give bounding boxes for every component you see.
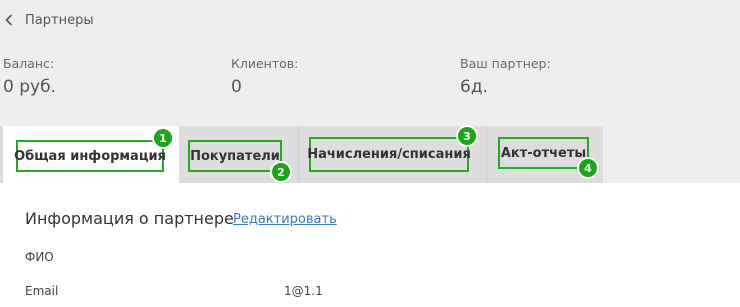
- tab-accruals[interactable]: Начисления/списания: [307, 137, 471, 172]
- clients-label: Клиентов:: [231, 56, 299, 71]
- edit-link[interactable]: Редактировать: [233, 212, 337, 227]
- chevron-left-icon: [2, 12, 16, 28]
- tab-buyers[interactable]: Покупатели: [188, 140, 282, 172]
- balance-stat: Баланс: 0 руб.: [3, 56, 56, 97]
- tab-act-reports-label: Акт-отчеты: [500, 145, 587, 161]
- step-badge-3: 3: [456, 125, 478, 147]
- back-link[interactable]: Партнеры: [2, 11, 94, 29]
- tab-divider: [486, 126, 487, 183]
- tab-general-info-label: Общая информация: [14, 148, 166, 164]
- field-value-email: 1@1.1: [284, 284, 323, 298]
- step-badge-1: 1: [152, 127, 174, 149]
- tab-buyers-label: Покупатели: [190, 148, 280, 164]
- field-label-fio: ФИО: [25, 250, 54, 264]
- balance-label: Баланс:: [3, 56, 55, 71]
- tab-divider: [298, 126, 299, 183]
- back-link-label: Партнеры: [25, 12, 94, 28]
- partner-value: 6д.: [460, 77, 488, 97]
- balance-value: 0 руб.: [3, 77, 56, 97]
- header-panel: [0, 0, 740, 126]
- tab-bar-filler: [603, 126, 740, 183]
- partner-stat: Ваш партнер: 6д.: [460, 56, 551, 97]
- clients-value: 0: [231, 77, 242, 97]
- tab-act-reports[interactable]: Акт-отчеты: [498, 137, 589, 169]
- section-title: Информация о партнере: [25, 209, 234, 228]
- tab-general-info[interactable]: Общая информация: [14, 140, 166, 172]
- step-badge-4: 4: [577, 157, 599, 179]
- tab-accruals-label: Начисления/списания: [307, 147, 471, 162]
- clients-stat: Клиентов: 0: [231, 56, 298, 97]
- partner-label: Ваш партнер:: [460, 56, 551, 71]
- field-label-email: Email: [25, 284, 59, 298]
- step-badge-2: 2: [270, 161, 292, 183]
